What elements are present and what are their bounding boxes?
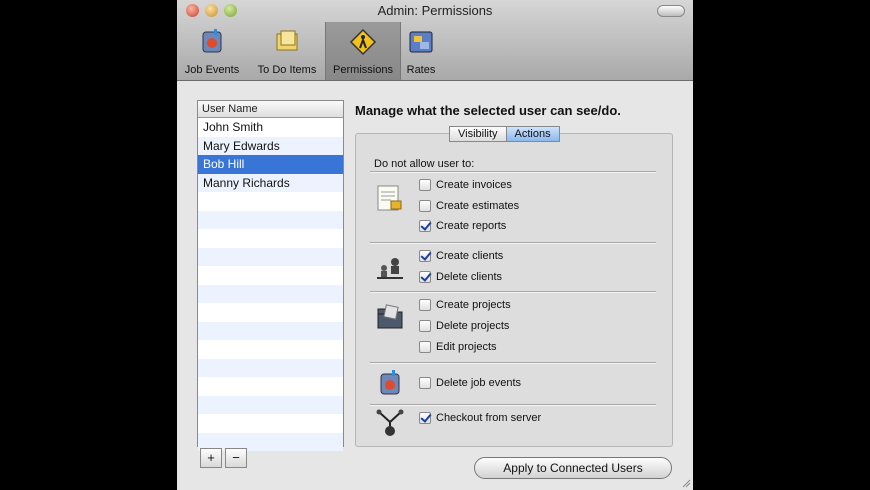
job-events-icon <box>202 29 222 53</box>
edit-projects-checkbox[interactable]: Edit projects <box>419 341 497 357</box>
toolbar-job-events[interactable]: Job Events <box>177 22 247 80</box>
empty-row <box>198 358 343 377</box>
divider <box>370 362 656 364</box>
user-row-manny-richards[interactable]: Manny Richards <box>198 173 343 192</box>
server-icon <box>376 409 404 436</box>
empty-row <box>198 229 343 248</box>
empty-row <box>198 266 343 285</box>
divider <box>370 171 656 173</box>
window-title: Admin: Permissions <box>377 3 493 18</box>
add-user-button[interactable]: + <box>200 448 222 468</box>
title-bar: Admin: Permissions Job Events To Do Item… <box>177 0 693 81</box>
permissions-icon <box>349 28 377 56</box>
user-name-column-header[interactable]: User Name <box>198 101 343 118</box>
create-estimates-checkbox[interactable]: Create estimates <box>419 200 519 216</box>
empty-row <box>198 247 343 266</box>
toolbar-rates[interactable]: Rates <box>401 22 441 80</box>
empty-row <box>198 303 343 322</box>
toolbar-todo-items[interactable]: To Do Items <box>251 22 323 80</box>
projects-icon <box>377 304 403 329</box>
delete-clients-checkbox[interactable]: Delete clients <box>419 271 502 287</box>
empty-row <box>198 340 343 359</box>
checkout-from-server-checkbox[interactable]: Checkout from server <box>419 412 541 428</box>
user-row-bob-hill[interactable]: Bob Hill <box>198 155 343 174</box>
tab-visibility[interactable]: Visibility <box>449 126 507 142</box>
create-clients-checkbox[interactable]: Create clients <box>419 250 503 266</box>
user-row-john-smith[interactable]: John Smith <box>198 118 343 137</box>
empty-row <box>198 210 343 229</box>
delete-job-events-checkbox[interactable]: Delete job events <box>419 377 521 393</box>
resize-handle-icon[interactable] <box>681 478 691 488</box>
empty-row <box>198 414 343 433</box>
panel-tabs: Visibility Actions <box>449 126 560 142</box>
divider <box>370 291 656 293</box>
empty-row <box>198 284 343 303</box>
empty-row <box>198 321 343 340</box>
create-reports-checkbox[interactable]: Create reports <box>419 220 506 236</box>
empty-row <box>198 377 343 396</box>
empty-row <box>198 395 343 414</box>
todo-icon <box>276 30 298 51</box>
invoice-icon <box>377 185 402 211</box>
toolbar-toggle-button[interactable] <box>657 5 685 17</box>
divider <box>370 404 656 406</box>
create-projects-checkbox[interactable]: Create projects <box>419 299 511 315</box>
permissions-window: Admin: Permissions Job Events To Do Item… <box>177 0 693 490</box>
tab-actions[interactable]: Actions <box>506 126 560 142</box>
divider <box>370 242 656 244</box>
user-row-mary-edwards[interactable]: Mary Edwards <box>198 136 343 155</box>
job-event-icon <box>380 370 400 395</box>
toolbar-permissions[interactable]: Permissions <box>325 22 401 80</box>
user-list[interactable]: User Name John Smith Mary Edwards Bob Hi… <box>197 100 344 451</box>
actions-group-box <box>355 133 673 447</box>
remove-user-button[interactable]: − <box>225 448 247 468</box>
clients-icon <box>377 258 403 279</box>
panel-heading: Manage what the selected user can see/do… <box>355 103 621 118</box>
empty-row <box>198 192 343 211</box>
rates-icon <box>409 31 433 53</box>
apply-to-connected-users-button[interactable]: Apply to Connected Users <box>474 457 672 479</box>
create-invoices-checkbox[interactable]: Create invoices <box>419 179 512 195</box>
delete-projects-checkbox[interactable]: Delete projects <box>419 320 509 336</box>
group-title: Do not allow user to: <box>374 158 475 170</box>
